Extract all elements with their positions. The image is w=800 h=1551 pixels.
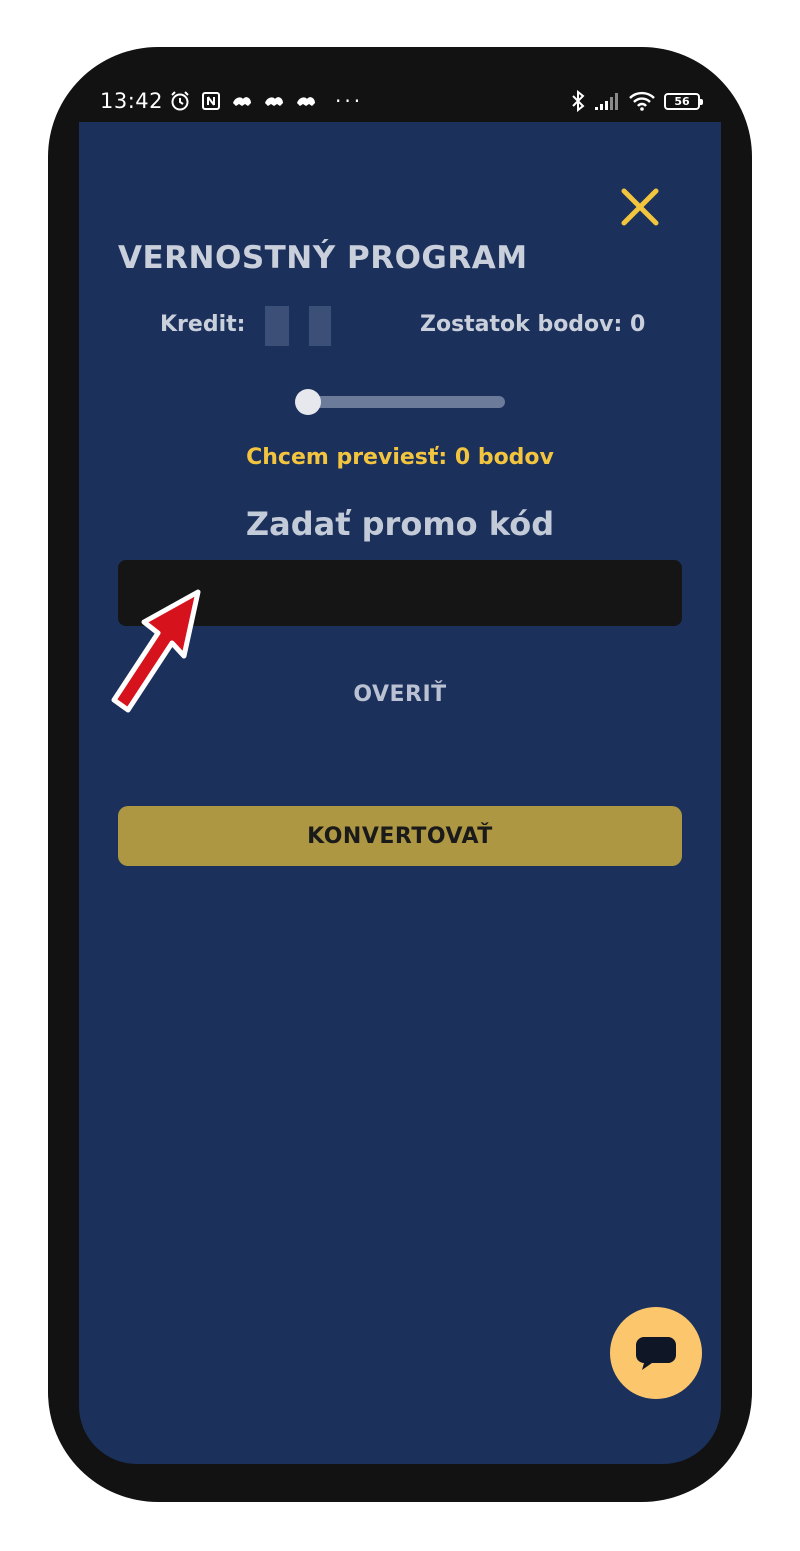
chat-bubble-icon [636, 1337, 676, 1370]
status-left-icons: ··· [169, 89, 363, 113]
close-icon [621, 188, 659, 226]
credit-value-redacted [265, 306, 289, 346]
bluetooth-icon [571, 90, 585, 112]
wifi-icon [629, 91, 655, 111]
convert-button[interactable]: KONVERTOVAŤ [118, 806, 682, 866]
page-title: VERNOSTNÝ PROGRAM [118, 240, 528, 276]
credit-value-redacted [309, 306, 331, 346]
points-slider-thumb[interactable] [295, 389, 321, 415]
points-balance: Zostatok bodov: 0 [420, 312, 646, 337]
close-button[interactable] [618, 185, 662, 229]
app-notification-icon [263, 93, 285, 109]
points-slider-track[interactable] [300, 396, 505, 408]
status-time: 13:42 [100, 89, 164, 113]
status-right-icons: 56 [571, 90, 703, 112]
transfer-amount-text: Chcem previesť: 0 bodov [246, 445, 554, 470]
app-notification-icon [295, 93, 317, 109]
status-bar: 13:42 ··· 56 [100, 84, 703, 118]
annotation-arrow-icon [111, 589, 201, 713]
promo-code-label: Zadať promo kód [245, 505, 555, 543]
alarm-icon [169, 90, 191, 112]
battery-icon: 56 [664, 92, 703, 110]
more-notifications-icon: ··· [335, 89, 364, 113]
signal-icon [594, 91, 620, 111]
nfc-icon [201, 91, 221, 111]
app-notification-icon [231, 93, 253, 109]
chat-button[interactable] [610, 1307, 702, 1399]
credit-label: Kredit: [160, 312, 246, 337]
